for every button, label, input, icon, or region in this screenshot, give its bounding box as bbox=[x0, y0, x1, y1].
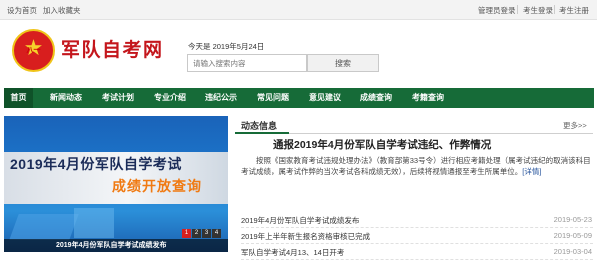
search-input[interactable] bbox=[187, 54, 307, 72]
list-item[interactable]: 2019年4月份军队自学考试成绩发布 2019-05-23 bbox=[241, 212, 593, 228]
divider-highlight bbox=[235, 132, 289, 134]
pager-dot[interactable]: 3 bbox=[202, 229, 211, 238]
search-button[interactable]: 搜索 bbox=[307, 54, 379, 72]
banner-decoration bbox=[9, 214, 79, 240]
banner-caption[interactable]: 2019年4月份军队自学考试成绩发布 bbox=[4, 239, 228, 252]
nav-item-home[interactable]: 首页 bbox=[4, 88, 33, 108]
nav-item-record-query[interactable]: 考籍查询 bbox=[403, 88, 453, 108]
nav-item-exam-plan[interactable]: 考试计划 bbox=[93, 88, 143, 108]
news-title[interactable]: 2019年4月份军队自学考试成绩发布 bbox=[241, 215, 359, 226]
nav-item-faq[interactable]: 常见问题 bbox=[248, 88, 298, 108]
nav-item-news[interactable]: 新闻动态 bbox=[41, 88, 91, 108]
today-date: 今天是 2019年5月24日 bbox=[188, 42, 265, 51]
nav-item-score-query[interactable]: 成绩查询 bbox=[351, 88, 401, 108]
detail-link[interactable]: [详情] bbox=[522, 167, 541, 176]
news-list: 2019年4月份军队自学考试成绩发布 2019-05-23 2019年上半年新生… bbox=[241, 212, 593, 260]
top-bar: 设为首页 加入收藏夹 管理员登录 考生登录 考生注册 bbox=[0, 0, 597, 20]
divider bbox=[554, 5, 555, 14]
news-date: 2019-05-09 bbox=[553, 231, 592, 240]
news-headline[interactable]: 通报2019年4月份军队自学考试违纪、作弊情况 bbox=[273, 137, 491, 152]
news-summary: 按照《国家教育考试违规处理办法》（教育部第33号令）进行相应考籍处理（属考试违纪… bbox=[241, 155, 593, 177]
nav-item-violations[interactable]: 违纪公示 bbox=[196, 88, 246, 108]
nav-item-majors[interactable]: 专业介绍 bbox=[145, 88, 195, 108]
logo-text: 八一 bbox=[26, 47, 41, 54]
section-title: 动态信息 bbox=[241, 121, 278, 131]
site-logo[interactable]: ★ 八一 bbox=[12, 29, 55, 72]
add-favorite-link[interactable]: 加入收藏夹 bbox=[43, 5, 81, 16]
banner-decoration bbox=[74, 208, 114, 238]
news-date: 2019-05-23 bbox=[553, 215, 592, 224]
list-item[interactable]: 2019年上半年新生报名资格审核已完成 2019-05-09 bbox=[241, 228, 593, 244]
pager-dot[interactable]: 2 bbox=[192, 229, 201, 238]
site-name[interactable]: 军队自考网 bbox=[61, 35, 164, 62]
student-register-link[interactable]: 考生注册 bbox=[559, 5, 589, 16]
news-title[interactable]: 2019年上半年新生报名资格审核已完成 bbox=[241, 231, 370, 242]
more-link[interactable]: 更多>> bbox=[563, 120, 587, 131]
pager-dot[interactable]: 4 bbox=[212, 229, 221, 238]
admin-login-link[interactable]: 管理员登录 bbox=[478, 5, 516, 16]
pager-dot[interactable]: 1 bbox=[182, 229, 191, 238]
news-title[interactable]: 军队自学考试4月13、14日开考 bbox=[241, 247, 344, 258]
student-login-link[interactable]: 考生登录 bbox=[523, 5, 553, 16]
main-nav: 首页 新闻动态 考试计划 专业介绍 违纪公示 常见问题 意见建议 成绩查询 考籍… bbox=[4, 88, 594, 108]
news-date: 2019-03-04 bbox=[553, 247, 592, 256]
banner-headline: 2019年4月份军队自学考试 bbox=[10, 156, 182, 172]
set-homepage-link[interactable]: 设为首页 bbox=[7, 5, 37, 16]
list-item[interactable]: 军队自学考试4月13、14日开考 2019-03-04 bbox=[241, 244, 593, 260]
banner-subline: 成绩开放查询 bbox=[112, 178, 202, 194]
nav-item-feedback[interactable]: 意见建议 bbox=[300, 88, 350, 108]
divider bbox=[517, 5, 518, 14]
